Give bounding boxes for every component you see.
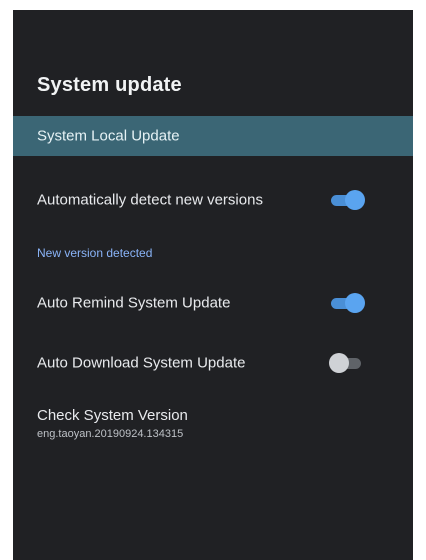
system-local-update-item[interactable]: System Local Update <box>13 116 413 156</box>
check-system-version-label: Check System Version <box>37 407 188 424</box>
new-version-detected-header: New version detected <box>37 246 153 260</box>
auto-remind-update-label: Auto Remind System Update <box>37 294 231 312</box>
auto-detect-toggle[interactable] <box>329 190 367 210</box>
toggle-thumb <box>329 353 349 373</box>
auto-remind-update-item[interactable]: Auto Remind System Update <box>13 283 413 323</box>
auto-detect-versions-label: Automatically detect new versions <box>37 191 263 209</box>
auto-detect-versions-item[interactable]: Automatically detect new versions <box>13 180 413 220</box>
toggle-thumb <box>345 190 365 210</box>
page-title: System update <box>37 74 182 96</box>
system-version-value: eng.taoyan.20190924.134315 <box>37 428 184 440</box>
toggle-thumb <box>345 293 365 313</box>
auto-download-update-label: Auto Download System Update <box>37 354 246 372</box>
system-update-panel: System update System Local Update Automa… <box>13 10 413 560</box>
check-system-version-item[interactable]: Check System Version eng.taoyan.20190924… <box>13 407 413 451</box>
auto-remind-toggle[interactable] <box>329 293 367 313</box>
auto-download-update-item[interactable]: Auto Download System Update <box>13 343 413 383</box>
auto-download-toggle[interactable] <box>329 353 367 373</box>
system-local-update-label: System Local Update <box>37 127 180 145</box>
